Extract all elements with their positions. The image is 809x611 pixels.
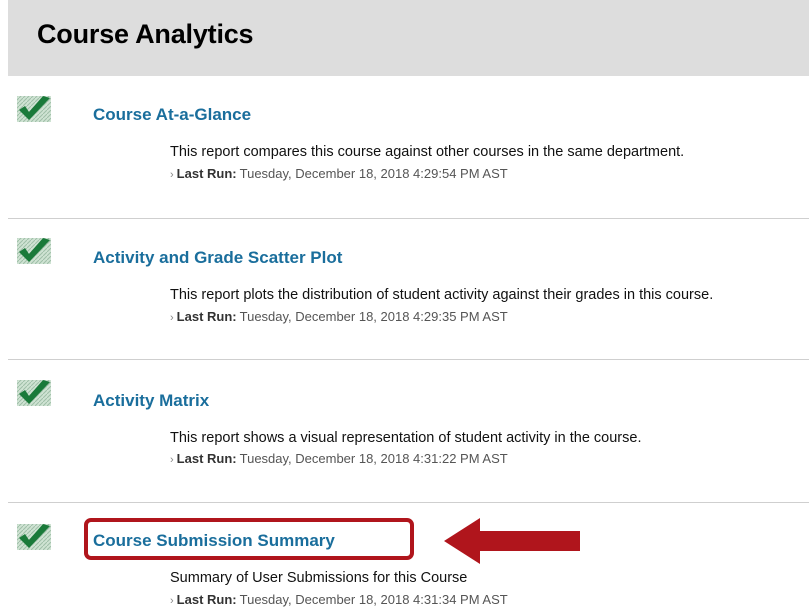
arrow-left-icon — [444, 518, 580, 564]
checkmark-icon — [15, 522, 53, 552]
report-last-run: › Last Run: Tuesday, December 18, 2018 4:2… — [170, 309, 508, 324]
report-last-run: › Last Run: Tuesday, December 18, 2018 4:2… — [170, 166, 508, 181]
last-run-value: Tuesday, December 18, 2018 4:31:22 PM AS… — [239, 451, 508, 466]
last-run-value: Tuesday, December 18, 2018 4:29:35 PM AS… — [239, 309, 508, 324]
chevron-right-icon: › — [170, 454, 174, 466]
report-description: This report compares this course against… — [170, 144, 685, 160]
report-link-activity-matrix[interactable]: Activity Matrix — [93, 391, 209, 411]
report-link-activity-grade-scatter-plot[interactable]: Activity and Grade Scatter Plot — [93, 248, 342, 268]
last-run-label: Last Run: — [176, 166, 237, 181]
report-last-run: › Last Run: Tuesday, December 18, 2018 4:3… — [170, 451, 508, 466]
page-title: Course Analytics — [37, 19, 254, 49]
checkmark-icon — [15, 94, 53, 124]
divider — [8, 218, 809, 219]
highlight-box — [84, 518, 414, 560]
last-run-label: Last Run: — [176, 592, 237, 607]
checkmark-icon — [15, 378, 53, 408]
chevron-right-icon: › — [170, 595, 174, 607]
divider — [8, 359, 809, 360]
chevron-right-icon: › — [170, 312, 174, 324]
divider — [8, 502, 809, 503]
chevron-right-icon: › — [170, 169, 174, 181]
page-header: Course Analytics — [8, 0, 809, 76]
report-description: Summary of User Submissions for this Cou… — [170, 570, 468, 586]
last-run-value: Tuesday, December 18, 2018 4:31:34 PM AS… — [239, 592, 508, 607]
report-description: This report shows a visual representatio… — [170, 430, 642, 446]
report-last-run: › Last Run: Tuesday, December 18, 2018 4:3… — [170, 592, 508, 607]
report-link-course-at-a-glance[interactable]: Course At-a-Glance — [93, 105, 251, 125]
report-description: This report plots the distribution of st… — [170, 287, 714, 303]
checkmark-icon — [15, 236, 53, 266]
last-run-value: Tuesday, December 18, 2018 4:29:54 PM AS… — [239, 166, 508, 181]
last-run-label: Last Run: — [176, 309, 237, 324]
last-run-label: Last Run: — [176, 451, 237, 466]
